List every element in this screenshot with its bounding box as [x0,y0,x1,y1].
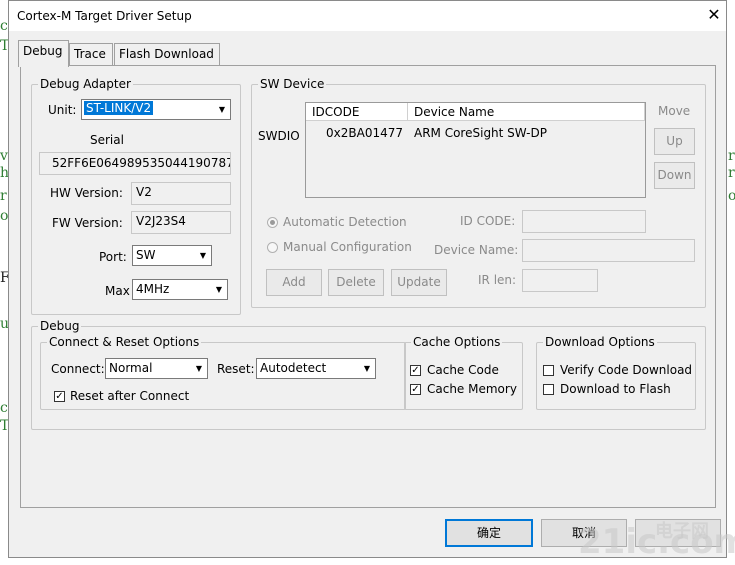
sw-device-list[interactable]: IDCODE Device Name 0x2BA01477 ARM CoreSi… [305,102,646,198]
chevron-down-icon[interactable]: ▼ [191,359,207,378]
cache-options-legend: Cache Options [413,335,501,349]
reset-after-connect-checkbox[interactable]: ✓ [54,391,65,402]
fw-version-field: V2J23S4 [131,211,231,234]
max-label: Max [105,284,130,298]
dialog-window: Cortex-M Target Driver Setup ✕ Debug Tra… [8,0,727,558]
max-clock-select[interactable]: 4MHz ▼ [132,279,228,300]
connect-reset-legend: Connect & Reset Options [49,335,200,349]
column-header-device-name[interactable]: Device Name [408,103,645,121]
background-text: c [0,400,8,416]
ir-len-field[interactable] [522,269,598,292]
automatic-detection-radio[interactable] [267,217,278,228]
background-text: r [728,165,735,181]
hw-version-field: V2 [131,182,231,205]
cache-memory-checkbox[interactable]: ✓ [410,384,421,395]
manual-configuration-radio[interactable] [267,242,278,253]
table-row[interactable]: 0x2BA01477 ARM CoreSight SW-DP [306,125,645,141]
down-button[interactable]: Down [654,162,695,189]
unit-label: Unit: [48,103,77,117]
connect-value: Normal [109,361,153,375]
cache-memory-label: Cache Memory [427,382,517,396]
background-text: v [0,148,8,164]
background-text: o [728,188,735,204]
background-text: r [728,148,735,164]
cache-code-label: Cache Code [427,363,499,377]
download-to-flash-label: Download to Flash [560,382,671,396]
chevron-down-icon[interactable]: ▼ [211,280,227,299]
background-text: c [0,18,8,34]
tab-page-debug: Debug Adapter Unit: ST-LINK/V2 ▼ Serial … [20,65,716,508]
download-options-legend: Download Options [545,335,655,349]
swdio-label: SWDIO [258,129,300,143]
download-to-flash-checkbox[interactable] [543,384,554,395]
verify-code-download-label: Verify Code Download [560,363,693,377]
chevron-down-icon[interactable]: ▼ [359,359,375,378]
column-header-idcode[interactable]: IDCODE [306,103,408,121]
tab-flash-download[interactable]: Flash Download [114,43,220,65]
fw-version-label: FW Version: [52,216,123,230]
reset-value: Autodetect [260,361,327,375]
serial-field: 52FF6E064989535044190787 [39,152,231,175]
device-name-cell: ARM CoreSight SW-DP [414,126,547,140]
device-name-field[interactable] [522,239,695,262]
watermark-brand: 电子网 [655,521,709,542]
update-button[interactable]: Update [391,269,447,296]
tab-flash-download-label: Flash Download [119,47,214,61]
add-button[interactable]: Add [266,269,322,296]
reset-select[interactable]: Autodetect ▼ [256,358,376,379]
reset-label: Reset: [217,362,255,376]
tab-trace-label: Trace [74,47,106,61]
serial-label: Serial [90,133,124,147]
sw-device-legend: SW Device [260,77,325,91]
connect-select[interactable]: Normal ▼ [105,358,208,379]
up-button[interactable]: Up [654,128,695,155]
hw-version-label: HW Version: [50,186,123,200]
debug-legend: Debug [40,319,80,333]
manual-configuration-label: Manual Configuration [283,240,412,254]
device-name-label: Device Name: [434,243,519,257]
port-value: SW [136,248,156,262]
tab-trace[interactable]: Trace [69,43,113,65]
delete-button[interactable]: Delete [328,269,384,296]
tab-debug-label: Debug [23,44,63,58]
background-text: r [0,188,7,204]
chevron-down-icon[interactable]: ▼ [195,246,211,265]
unit-value: ST-LINK/V2 [84,101,154,115]
window-title: Cortex-M Target Driver Setup [17,9,192,23]
debug-adapter-legend: Debug Adapter [40,77,131,91]
tab-debug[interactable]: Debug [18,40,69,67]
automatic-detection-label: Automatic Detection [283,215,407,229]
max-clock-value: 4MHz [136,282,170,296]
port-label: Port: [99,250,127,264]
unit-select[interactable]: ST-LINK/V2 ▼ [81,99,231,120]
id-code-label: ID CODE: [460,214,516,228]
move-label: Move [658,104,691,118]
verify-code-download-checkbox[interactable] [543,365,554,376]
id-code-field[interactable] [522,210,646,233]
title-bar: Cortex-M Target Driver Setup ✕ [9,1,726,31]
idcode-cell: 0x2BA01477 [326,126,403,140]
connect-label: Connect: [51,362,105,376]
cache-code-checkbox[interactable]: ✓ [410,365,421,376]
chevron-down-icon[interactable]: ▼ [214,100,230,119]
ok-button[interactable]: 确定 [445,519,533,547]
ir-len-label: IR len: [478,273,517,287]
radio-dot [270,220,275,225]
close-icon[interactable]: ✕ [704,5,724,25]
reset-after-connect-label: Reset after Connect [70,389,190,403]
port-select[interactable]: SW ▼ [132,245,212,266]
